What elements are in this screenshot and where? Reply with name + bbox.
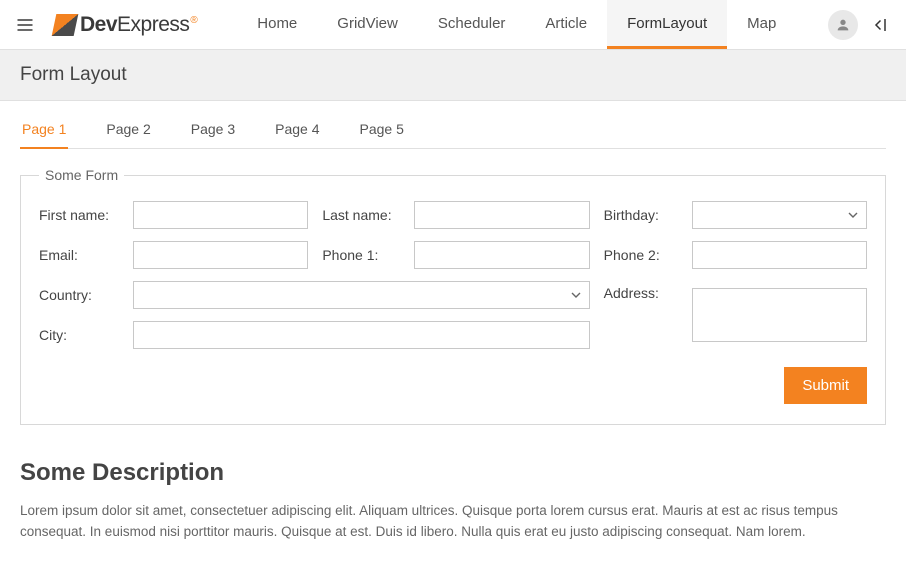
hamburger-icon: [15, 15, 35, 35]
nav-map[interactable]: Map: [727, 0, 796, 49]
logo-mark-icon: [52, 14, 79, 36]
city-field[interactable]: [133, 321, 590, 349]
logo-text: DevExpress®: [80, 13, 197, 37]
tab-page-2[interactable]: Page 2: [104, 113, 152, 149]
brand-logo[interactable]: DevExpress®: [50, 0, 207, 49]
collapse-sidebar-button[interactable]: [870, 16, 888, 34]
address-field[interactable]: [692, 288, 867, 342]
top-bar: DevExpress® Home GridView Scheduler Arti…: [0, 0, 906, 50]
label-phone1: Phone 1:: [322, 247, 400, 263]
form-grid: First name: Last name: Birthday: Email: …: [39, 201, 867, 349]
phone1-field[interactable]: [414, 241, 589, 269]
dropdown-icon: [571, 290, 581, 300]
label-first-name: First name:: [39, 207, 119, 223]
phone2-field[interactable]: [692, 241, 867, 269]
label-email: Email:: [39, 247, 119, 263]
description-title: Some Description: [20, 459, 886, 487]
submit-button[interactable]: Submit: [784, 367, 867, 404]
nav-gridview[interactable]: GridView: [317, 0, 418, 49]
tab-page-4[interactable]: Page 4: [273, 113, 321, 149]
form-legend: Some Form: [39, 167, 124, 183]
form-fieldset: Some Form First name: Last name: Birthda…: [20, 167, 886, 425]
user-avatar[interactable]: [828, 10, 858, 40]
page-tabs: Page 1 Page 2 Page 3 Page 4 Page 5: [20, 101, 886, 149]
nav-scheduler[interactable]: Scheduler: [418, 0, 526, 49]
user-icon: [835, 17, 851, 33]
topbar-right: [810, 0, 906, 49]
page-title: Form Layout: [0, 50, 906, 101]
last-name-field[interactable]: [414, 201, 589, 229]
tab-page-3[interactable]: Page 3: [189, 113, 237, 149]
label-city: City:: [39, 327, 119, 343]
submit-row: Submit: [39, 367, 867, 404]
tab-page-1[interactable]: Page 1: [20, 113, 68, 149]
label-country: Country:: [39, 287, 119, 303]
dropdown-icon: [848, 210, 858, 220]
tab-page-5[interactable]: Page 5: [358, 113, 406, 149]
label-address: Address:: [604, 281, 678, 301]
description-body: Lorem ipsum dolor sit amet, consectetuer…: [20, 501, 886, 543]
collapse-icon: [870, 16, 888, 34]
country-field[interactable]: [133, 281, 590, 309]
email-field[interactable]: [133, 241, 308, 269]
content-area: Page 1 Page 2 Page 3 Page 4 Page 5 Some …: [0, 101, 906, 573]
label-birthday: Birthday:: [604, 207, 678, 223]
first-name-field[interactable]: [133, 201, 308, 229]
birthday-field[interactable]: [692, 201, 867, 229]
label-phone2: Phone 2:: [604, 247, 678, 263]
nav-article[interactable]: Article: [525, 0, 607, 49]
page-cutoff: [0, 569, 906, 585]
label-last-name: Last name:: [322, 207, 400, 223]
nav-formlayout[interactable]: FormLayout: [607, 0, 727, 49]
main-nav: Home GridView Scheduler Article FormLayo…: [237, 0, 810, 49]
menu-toggle[interactable]: [0, 0, 50, 49]
nav-home[interactable]: Home: [237, 0, 317, 49]
